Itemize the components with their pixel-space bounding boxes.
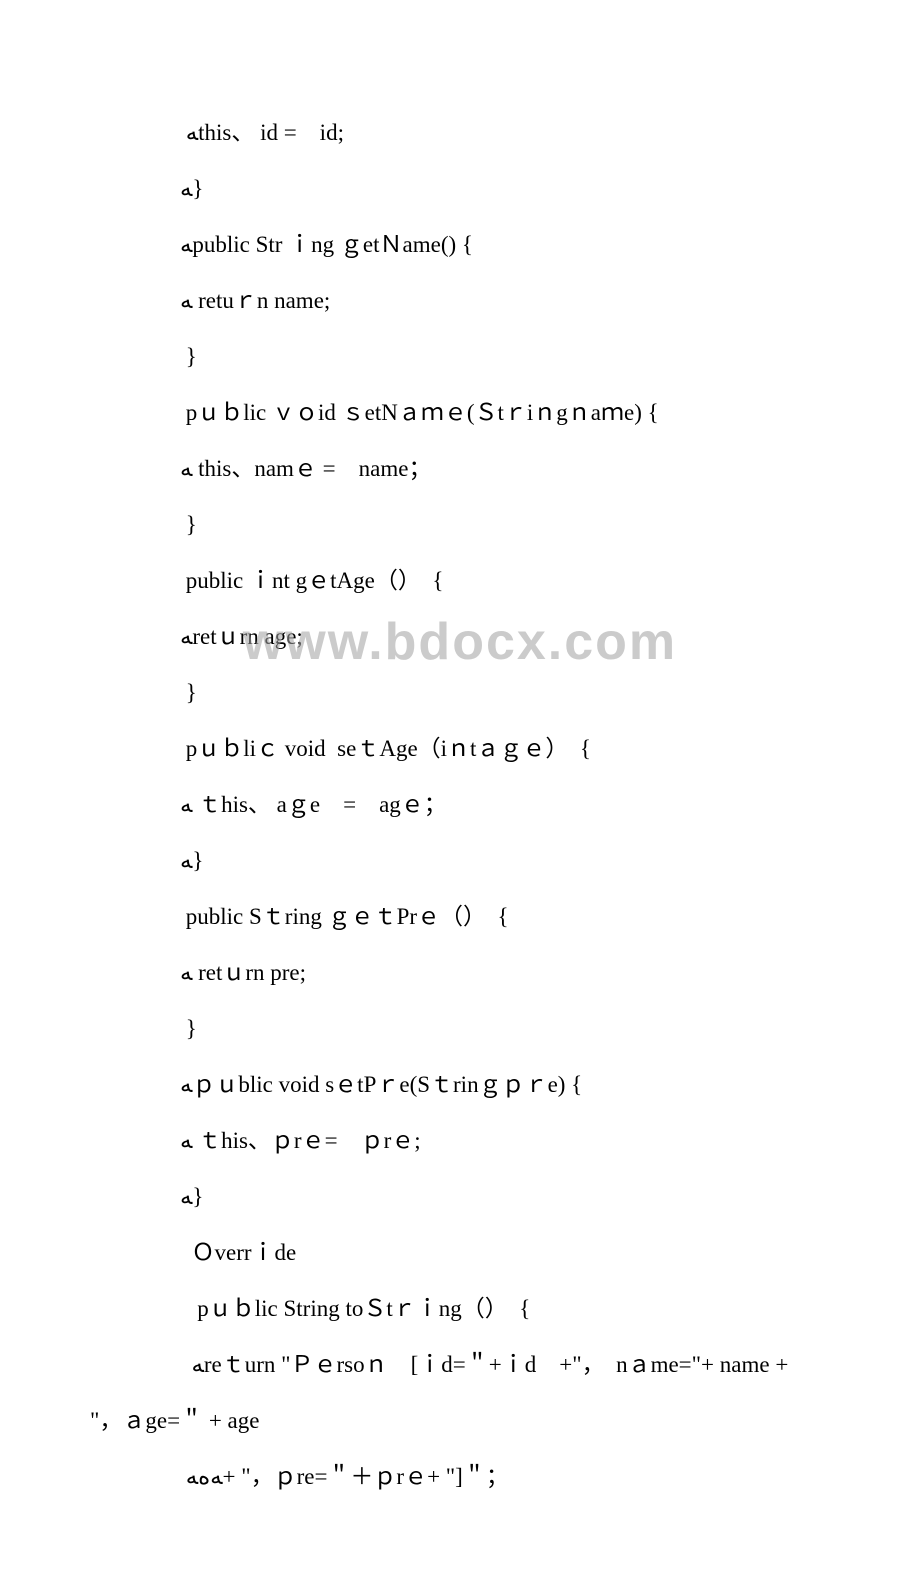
code-line: ﻪ} — [90, 166, 830, 212]
code-line: ﻪthis、 id = id; — [90, 110, 830, 156]
code-line: ﻪ retuｒn name; — [90, 278, 830, 324]
code-line: } — [90, 334, 830, 380]
code-line: ﻪ} — [90, 838, 830, 884]
code-line: ﻪ ｔhis、ｐrｅ= ｐrｅ; — [90, 1118, 830, 1164]
code-line: ﻪreｔurn "Ｐｅrsoｎ [ｉd=＂+ｉd +"， nａme="+ nam… — [90, 1342, 830, 1388]
code-line: ﻪpublic Str ｉng ｇetＮame() { — [90, 222, 830, 268]
code-line: ﻪ retｕrn pre; — [90, 950, 830, 996]
code-line: } — [90, 502, 830, 548]
code-line: public ｉnt gｅtAge（） { — [90, 558, 830, 604]
code-line: } — [90, 1006, 830, 1052]
code-line: ﻪｐｕblic void sｅtPｒe(Sｔrinｇｐｒe) { — [90, 1062, 830, 1108]
code-line: public Sｔring ｇｅｔPrｅ（） { — [90, 894, 830, 940]
code-line: ﻪ} — [90, 1174, 830, 1220]
code-line: ﻪ this、namｅ = name； — [90, 446, 830, 492]
code-line: ﻪretｕrn age; — [90, 614, 830, 660]
code-line: pｕｂlic String toＳtｒｉng（） { — [90, 1286, 830, 1332]
code-line: ﻪ ｔhis、 aｇe = agｅ； — [90, 782, 830, 828]
code-line-continuation: "，ａge=＂ + age — [90, 1398, 830, 1444]
code-line: Ｏverrｉde — [90, 1230, 830, 1276]
document-page: www.bdocx.com ﻪthis、 id = id; ﻪ} ﻪpublic… — [0, 0, 920, 1570]
code-line: pｕｂlic ｖｏid ｓetNａｍｅ(Ｓtｒiｎgｎaｍe) { — [90, 390, 830, 436]
code-line: } — [90, 670, 830, 716]
code-line: ﻪﻩﻪ+ "，ｐre=＂＋ｐrｅ+ "]＂； — [90, 1454, 830, 1500]
code-line: pｕｂliｃ void seｔAge（iｎtａｇｅ） { — [90, 726, 830, 772]
